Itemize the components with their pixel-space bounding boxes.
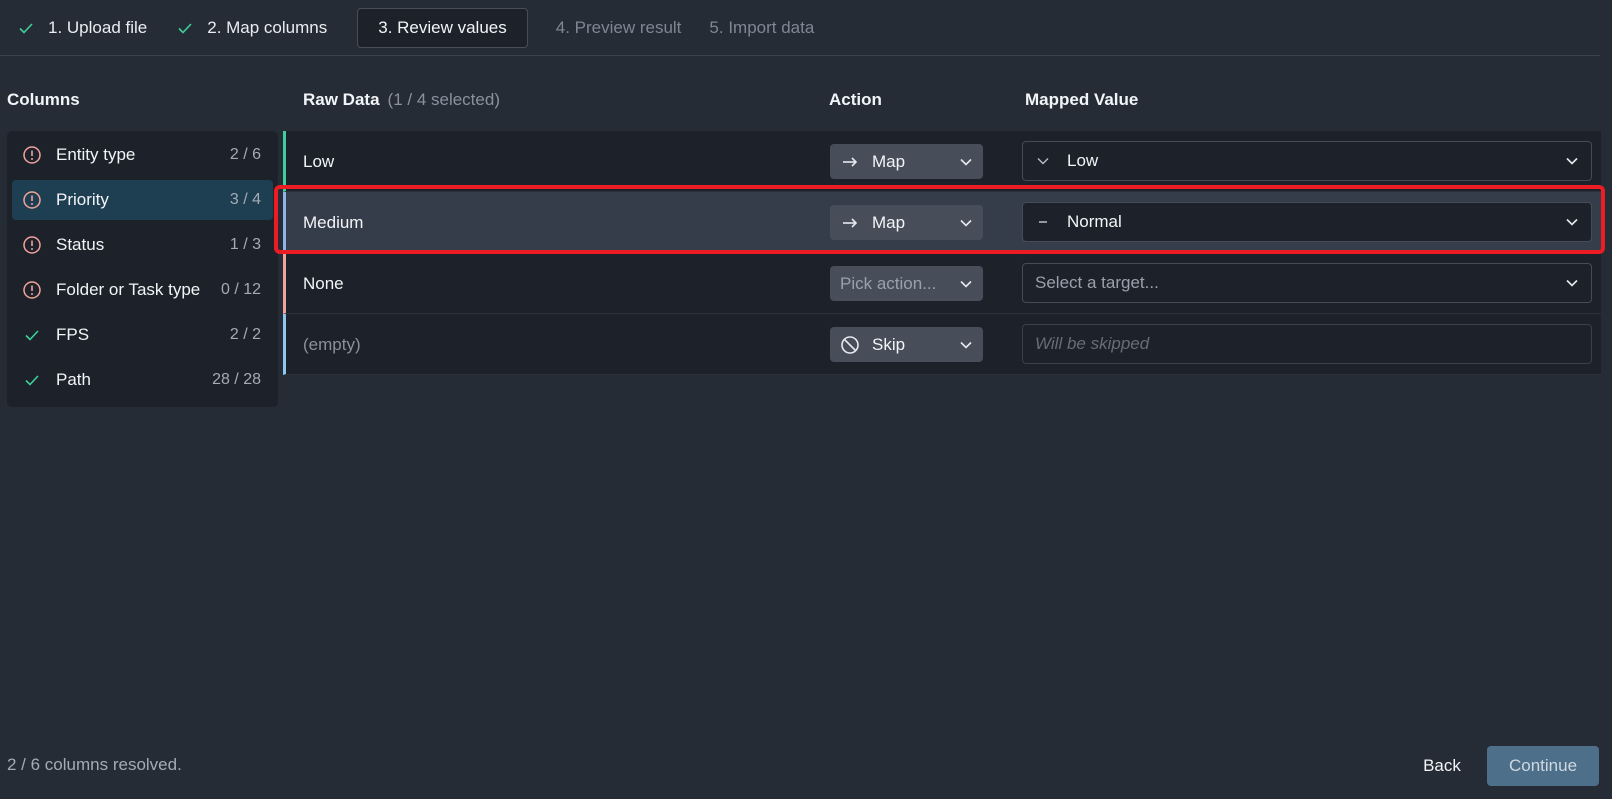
action-select[interactable]: Map [830, 144, 983, 179]
column-item-priority[interactable]: Priority 3 / 4 [12, 180, 273, 220]
column-item-fps[interactable]: FPS 2 / 2 [12, 315, 273, 355]
check-icon [25, 375, 39, 386]
action-select[interactable]: Pick action... [830, 266, 983, 301]
column-item-path[interactable]: Path 28 / 28 [12, 360, 273, 400]
mapped-value-placeholder: Select a target... [1035, 273, 1159, 292]
columns-list: Entity type 2 / 6 Priority 3 / 4 Status … [7, 131, 278, 407]
column-count: 0 / 12 [220, 281, 261, 298]
continue-button[interactable]: Continue [1487, 746, 1599, 786]
warning-circle-icon [23, 146, 41, 164]
column-count: 2 / 2 [229, 326, 261, 343]
step-review-values[interactable]: 3. Review values [357, 7, 528, 48]
chevron-down-icon [960, 219, 972, 227]
column-name: Priority [56, 190, 109, 209]
column-item-folder-or-task-type[interactable]: Folder or Task type 0 / 12 [12, 270, 273, 310]
column-count: 1 / 3 [229, 236, 261, 253]
action-label: Map [872, 151, 906, 171]
arrow-right-icon [843, 156, 858, 167]
step-preview-result: 4. Preview result [556, 8, 682, 48]
column-name: Path [56, 370, 91, 389]
step-label: 2. Map columns [207, 17, 328, 37]
raw-value: Medium [303, 213, 364, 232]
action-label: Skip [872, 334, 906, 354]
selection-count: (1 / 4 selected) [387, 90, 500, 109]
chevron-down-icon [1566, 279, 1578, 287]
value-row-medium[interactable]: Medium Map Normal [283, 192, 1601, 253]
chevron-down-icon [1566, 157, 1578, 165]
chevron-down-priority-icon [1037, 158, 1049, 165]
step-upload-file[interactable]: 1. Upload file [18, 8, 161, 48]
raw-value: Low [303, 152, 335, 171]
column-name: FPS [56, 325, 90, 344]
column-count: 2 / 6 [229, 146, 261, 163]
step-label: 3. Review values [378, 17, 507, 37]
warning-circle-icon [23, 281, 41, 299]
step-label: 4. Preview result [555, 17, 682, 37]
step-label: 5. Import data [709, 17, 815, 37]
column-item-entity-type[interactable]: Entity type 2 / 6 [12, 135, 273, 175]
action-select[interactable]: Map [830, 205, 983, 240]
mapped-value-placeholder: Will be skipped [1035, 334, 1150, 353]
action-placeholder: Pick action... [840, 273, 937, 293]
chevron-down-icon [960, 158, 972, 166]
column-count: 3 / 4 [229, 191, 261, 208]
step-map-columns[interactable]: 2. Map columns [177, 8, 341, 48]
mapped-value-select[interactable]: Select a target... [1022, 263, 1592, 303]
warning-circle-icon [23, 236, 41, 254]
mapped-value-label: Normal [1067, 212, 1122, 231]
arrow-right-icon [843, 217, 858, 228]
chevron-down-icon [1566, 218, 1578, 226]
value-row-empty[interactable]: (empty) Skip Will be skipped [283, 314, 1601, 375]
import-stepper: 1. Upload file 2. Map columns 3. Review … [0, 0, 1600, 56]
action-header: Action [829, 90, 882, 109]
mapped-value-label: Low [1067, 151, 1099, 170]
column-count: 28 / 28 [212, 371, 261, 388]
column-item-status[interactable]: Status 1 / 3 [12, 225, 273, 265]
mapped-value-header: Mapped Value [1025, 90, 1139, 109]
dash-priority-icon [1039, 221, 1047, 223]
back-button[interactable]: Back [1412, 746, 1472, 786]
resolution-status: 2 / 6 columns resolved. [7, 755, 182, 774]
mapped-value-disabled: Will be skipped [1022, 324, 1592, 364]
raw-value: None [303, 274, 344, 293]
check-icon [178, 22, 192, 34]
column-name: Status [56, 235, 105, 254]
mapped-value-select[interactable]: Normal [1022, 202, 1592, 242]
step-label: 1. Upload file [48, 17, 148, 37]
check-icon [25, 330, 39, 341]
ban-icon [841, 335, 859, 354]
raw-data-header: Raw Data (1 / 4 selected) [303, 90, 500, 110]
action-label: Map [872, 212, 906, 232]
action-select[interactable]: Skip [830, 327, 983, 362]
value-rows: Low Map Low Medium Map Normal None Pick … [283, 131, 1601, 375]
raw-data-header-label: Raw Data [303, 90, 380, 109]
chevron-down-icon [960, 341, 972, 349]
check-icon [19, 22, 33, 34]
step-import-data: 5. Import data [709, 8, 814, 48]
columns-heading: Columns [7, 90, 80, 109]
warning-circle-icon [23, 191, 41, 209]
chevron-down-icon [960, 280, 972, 288]
column-name: Folder or Task type [56, 280, 201, 299]
value-row-none[interactable]: None Pick action... Select a target... [283, 253, 1601, 314]
mapped-value-select[interactable]: Low [1022, 141, 1592, 181]
raw-value: (empty) [303, 335, 361, 354]
value-row-low[interactable]: Low Map Low [283, 131, 1601, 192]
column-name: Entity type [56, 145, 136, 164]
